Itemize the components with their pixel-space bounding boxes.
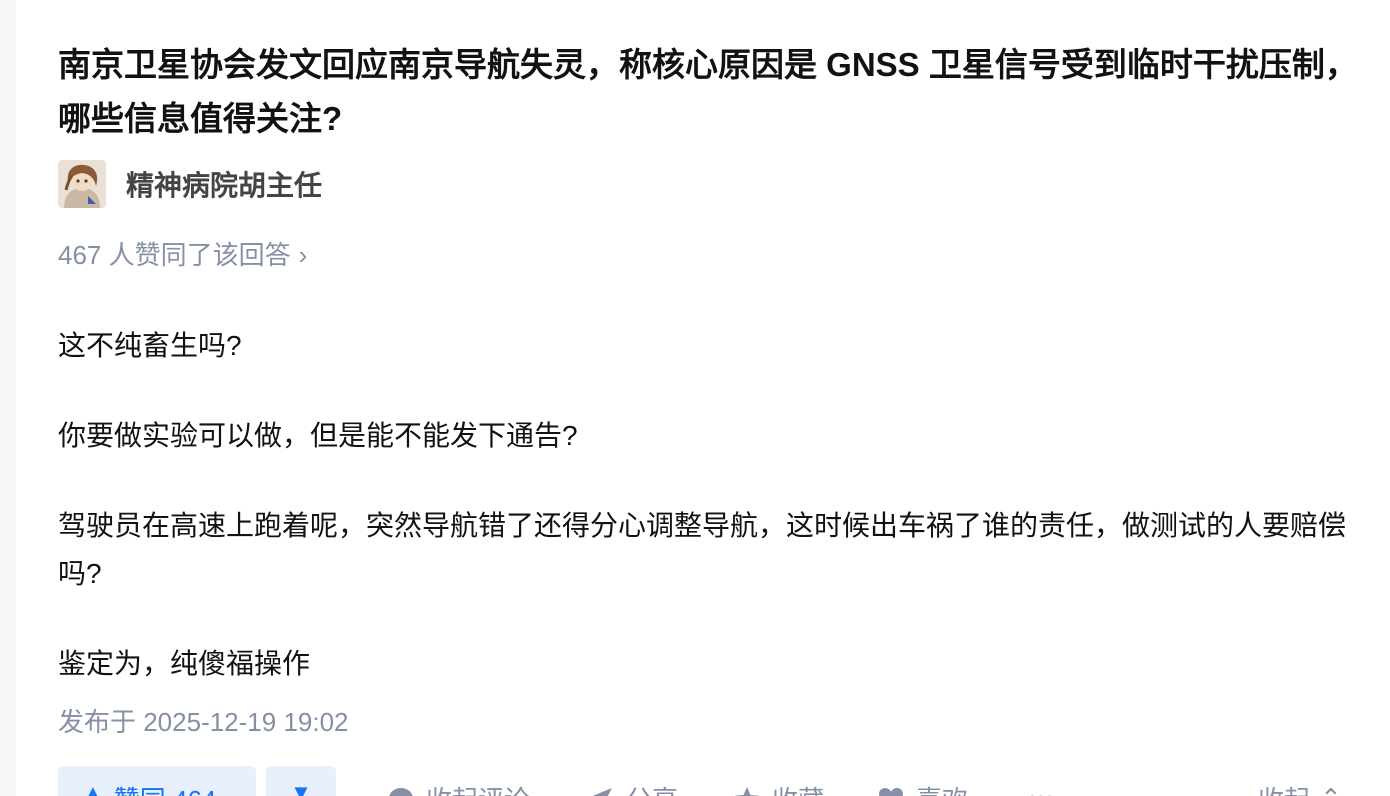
chevron-right-icon: › [298,240,308,270]
answer-paragraph-2: 你要做实验可以做，但是能不能发下通告? [58,420,578,451]
like-button[interactable]: 喜欢 [878,780,968,796]
share-button[interactable]: 分享 [588,780,678,796]
chevron-up-icon: ⌃ [1320,783,1342,796]
author-name[interactable]: 精神病院胡主任 [126,164,322,204]
answer-paragraph-4: 鉴定为，纯傻福操作 [58,648,311,679]
comment-button[interactable]: 收起评论 [388,780,530,796]
collapse-label: 收起 [1258,780,1310,796]
triangle-up-icon: ▲ [82,780,104,796]
vote-down-button[interactable]: ▼ [266,766,336,796]
avatar[interactable] [58,160,106,208]
favorite-label: 收藏 [772,780,824,796]
favorite-button[interactable]: 收藏 [734,780,824,796]
more-dots-icon: ··· [1028,780,1054,796]
vote-up-button[interactable]: ▲ 赞同 464 [58,766,256,796]
publish-time[interactable]: 发布于 2025-12-19 19:02 [58,702,349,742]
vote-up-label: 赞同 464 [114,780,217,796]
answer-paragraph-3: 驾驶员在高速上跑着呢，突然导航错了还得分心调整导航，这时候出车祸了谁的责任，做测… [58,510,1347,589]
share-label: 分享 [626,780,678,796]
question-title[interactable]: 南京卫星协会发文回应南京导航失灵，称核心原因是 GNSS 卫星信号受到临时干扰压… [58,38,1368,146]
author-row: 精神病院胡主任 [58,160,322,208]
like-label: 喜欢 [916,780,968,796]
share-icon [588,786,614,796]
comment-label: 收起评论 [426,780,530,796]
more-button[interactable]: ··· [1028,780,1054,796]
heart-icon [878,786,904,796]
vote-summary-text: 467 人赞同了该回答 [58,240,291,270]
star-icon [734,786,760,796]
comment-icon [388,786,414,796]
collapse-button[interactable]: 收起 ⌃ [1258,780,1342,796]
answer-card: 南京卫星协会发文回应南京导航失灵，称核心原因是 GNSS 卫星信号受到临时干扰压… [16,0,1390,796]
triangle-down-icon: ▼ [290,780,312,796]
answer-paragraph-1: 这不纯畜生吗? [58,330,242,361]
vote-summary-link[interactable]: 467 人赞同了该回答 › [58,234,307,276]
action-bar: ▲ 赞同 464 ▼ 收起评论 分享 [58,766,1378,796]
